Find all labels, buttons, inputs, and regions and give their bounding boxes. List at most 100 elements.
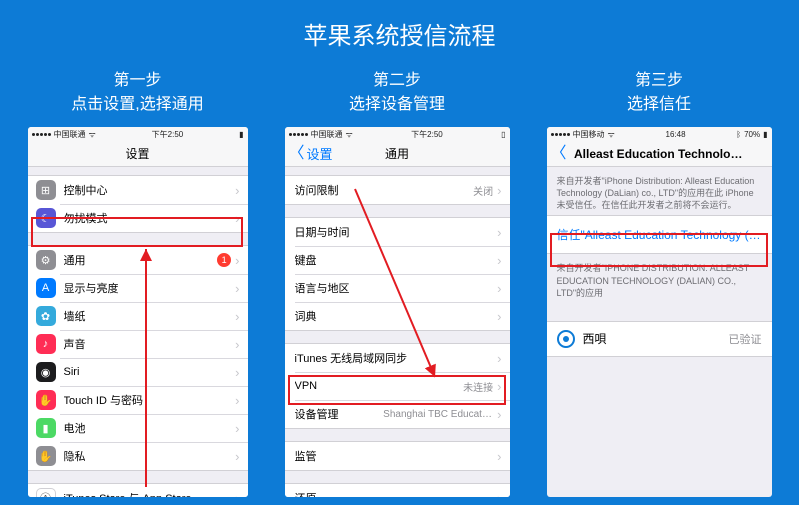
step-1-column: 第一步 点击设置,选择通用 中国联通 ᯤ 下午2:50 ▮ 设置 ⊞控制中心›☾… [28,69,248,497]
general-row-device-management[interactable]: 设备管理Shanghai TBC Education Dev…› [285,400,510,428]
clock-label: 下午2:50 [152,129,184,140]
row-label: 监管 [295,448,498,464]
apps-from-developer-text: 来自开发者"IPHONE DISTRIBUTION: ALLEAST EDUCA… [547,254,772,302]
settings-row-general[interactable]: ⚙通用1› [28,246,248,274]
settings-list[interactable]: ⊞控制中心›☾勿扰模式›⚙通用1›A显示与亮度›✿墙纸›♪声音›◉Siri›✋T… [28,167,248,497]
step-3-sub: 选择信任 [627,93,691,117]
chevron-right-icon: › [497,491,501,498]
nav-title: 设置 [125,145,149,162]
chevron-right-icon: › [235,421,239,436]
trust-screen: 来自开发者"iPhone Distribution: Alleast Educa… [547,167,772,497]
chevron-right-icon: › [497,379,501,394]
step-1-num: 第一步 [71,69,203,93]
row-label: VPN [295,380,464,392]
nav-bar: 〈 设置 通用 [285,141,510,167]
general-row-regulatory[interactable]: 监管› [285,442,510,470]
settings-row-privacy[interactable]: ✋隐私› [28,442,248,470]
siri-icon: ◉ [36,362,56,382]
chevron-right-icon: › [497,225,501,240]
signal-dots-icon [289,133,308,136]
signal-dots-icon [551,133,570,136]
row-label: 日期与时间 [295,224,498,240]
carrier-label: 中国联通 [54,129,86,140]
general-row-itunes-wifi-sync[interactable]: iTunes 无线局域网同步› [285,344,510,372]
battery-percent: 70% [744,130,760,139]
row-label: 显示与亮度 [64,280,236,296]
carrier-label: 中国联通 [311,129,343,140]
nav-title: 通用 [385,145,409,162]
general-row-language-region[interactable]: 语言与地区› [285,274,510,302]
chevron-right-icon: › [235,211,239,226]
bluetooth-icon: ᛒ [736,130,741,139]
chevron-right-icon: › [497,449,501,464]
general-row-keyboard[interactable]: 键盘› [285,246,510,274]
settings-row-itunes-appstore[interactable]: ⒶiTunes Store 与 App Store› [28,484,248,497]
row-label: iTunes Store 与 App Store [64,490,236,497]
chevron-right-icon: › [235,491,239,498]
chevron-right-icon: › [235,281,239,296]
row-label: 键盘 [295,252,498,268]
app-icon [557,330,575,348]
row-label: 访问限制 [295,182,474,198]
status-bar: 中国联通 ᯤ 下午2:50 ▯ [285,127,510,141]
row-label: 墙纸 [64,308,236,324]
badge: 1 [217,253,231,267]
step-3-header: 第三步 选择信任 [627,69,691,117]
row-label: 声音 [64,336,236,352]
settings-row-wallpaper[interactable]: ✿墙纸› [28,302,248,330]
nav-back-button[interactable]: 〈 [551,146,569,162]
settings-row-do-not-disturb[interactable]: ☾勿扰模式› [28,204,248,232]
nav-back-button[interactable]: 〈 设置 [289,144,333,163]
step-3-num: 第三步 [627,69,691,93]
app-row[interactable]: 西唄 已验证 [547,321,772,357]
chevron-right-icon: › [235,253,239,268]
nav-bar: 〈 Alleast Education Technology (DaLia… [547,141,772,167]
general-list[interactable]: 访问限制关闭›日期与时间›键盘›语言与地区›词典›iTunes 无线局域网同步›… [285,167,510,497]
chevron-right-icon: › [235,449,239,464]
chevron-left-icon: 〈 [551,146,567,162]
row-label: iTunes 无线局域网同步 [295,350,498,366]
row-label: 还原 [295,490,498,497]
settings-row-display-brightness[interactable]: A 显示与亮度› [28,274,248,302]
general-row-restrictions[interactable]: 访问限制关闭› [285,176,510,204]
wallpaper-icon: ✿ [36,306,56,326]
step-1-sub: 点击设置,选择通用 [71,93,203,117]
battery-icon: ▮ [763,130,767,139]
battery-icon: ▮ [239,130,243,139]
status-bar: 中国联通 ᯤ 下午2:50 ▮ [28,127,248,141]
general-row-vpn[interactable]: VPN未连接› [285,372,510,400]
settings-row-control-center[interactable]: ⊞控制中心› [28,176,248,204]
settings-row-battery[interactable]: ▮电池› [28,414,248,442]
step-2-num: 第二步 [349,69,445,93]
carrier-label: 中国移动 [573,129,605,140]
chevron-right-icon: › [497,309,501,324]
general-row-dictionary[interactable]: 词典› [285,302,510,330]
battery-icon: ▮ [36,418,56,438]
row-label: 语言与地区 [295,280,498,296]
settings-row-siri[interactable]: ◉ Siri› [28,358,248,386]
chevron-left-icon: 〈 [289,146,305,162]
row-label: 设备管理 [295,406,384,422]
general-icon: ⚙ [36,250,56,270]
chevron-right-icon: › [497,253,501,268]
step-1-phone: 中国联通 ᯤ 下午2:50 ▮ 设置 ⊞控制中心›☾勿扰模式›⚙通用1›A显示与… [28,127,248,497]
wifi-icon: ᯤ [89,129,96,140]
itunes-appstore-icon: Ⓐ [36,488,56,497]
trust-developer-button[interactable]: 信任"Alleast Education Technology (D… [547,215,772,254]
chevron-right-icon: › [235,337,239,352]
general-row-reset[interactable]: 还原› [285,484,510,497]
row-label: 词典 [295,308,498,324]
row-value: Shanghai TBC Education Dev… [383,409,493,420]
do-not-disturb-icon: ☾ [36,208,56,228]
chevron-right-icon: › [235,365,239,380]
settings-row-touch-id[interactable]: ✋Touch ID 与密码› [28,386,248,414]
step-1-header: 第一步 点击设置,选择通用 [71,69,203,117]
touch-id-icon: ✋ [36,390,56,410]
step-2-phone: 中国联通 ᯤ 下午2:50 ▯ 〈 设置 通用 访问限制关闭›日期与时间›键盘›… [285,127,510,497]
chevron-right-icon: › [235,183,239,198]
settings-row-sounds[interactable]: ♪声音› [28,330,248,358]
row-label: Siri [64,366,236,378]
general-row-date-time[interactable]: 日期与时间› [285,218,510,246]
step-3-phone: 中国移动 ᯤ 16:48 ᛒ 70% ▮ 〈 Alleast Education… [547,127,772,497]
display-brightness-icon: A [36,278,56,298]
